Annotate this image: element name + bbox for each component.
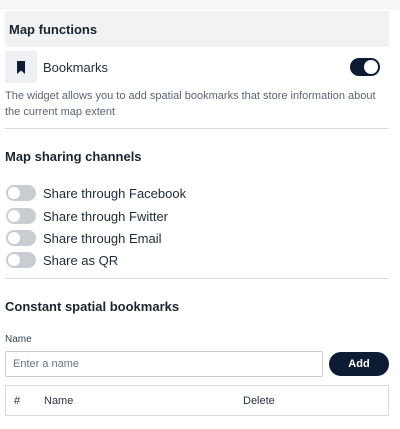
map-functions-title: Map functions	[9, 21, 98, 37]
bookmarks-description: The widget allows you to add spatial boo…	[5, 90, 376, 118]
share-email-row: Share through Email	[6, 229, 162, 247]
share-facebook-toggle[interactable]	[6, 185, 36, 201]
add-button[interactable]: Add	[329, 352, 389, 376]
table-header-name: Name	[44, 395, 74, 407]
bookmarks-label: Bookmarks	[43, 59, 109, 75]
share-email-label: Share through Email	[43, 230, 162, 246]
sharing-title: Map sharing channels	[5, 149, 142, 164]
table-header-index: #	[14, 395, 21, 407]
bookmarks-toggle[interactable]	[350, 58, 380, 76]
share-qr-label: Share as QR	[43, 252, 119, 268]
share-qr-toggle[interactable]	[6, 252, 36, 268]
constant-bookmarks-title: Constant spatial bookmarks	[5, 299, 180, 314]
share-fwitter-toggle[interactable]	[6, 208, 36, 224]
name-input[interactable]	[5, 351, 323, 377]
bookmarks-table: # Name Delete	[5, 385, 389, 416]
map-functions-header: Map functions	[5, 11, 389, 47]
share-facebook-label: Share through Facebook	[43, 185, 187, 201]
divider	[5, 128, 389, 129]
divider	[5, 278, 389, 279]
share-email-toggle[interactable]	[6, 230, 36, 246]
bookmark-icon	[5, 51, 37, 83]
top-strip	[0, 0, 400, 10]
name-field-label: Name	[5, 334, 32, 345]
table-header-delete: Delete	[243, 395, 275, 407]
share-fwitter-label: Share through Fwitter	[43, 208, 169, 224]
bookmarks-row: Bookmarks	[5, 50, 389, 84]
share-fwitter-row: Share through Fwitter	[6, 207, 168, 225]
share-facebook-row: Share through Facebook	[6, 184, 186, 202]
share-qr-row: Share as QR	[6, 251, 118, 269]
